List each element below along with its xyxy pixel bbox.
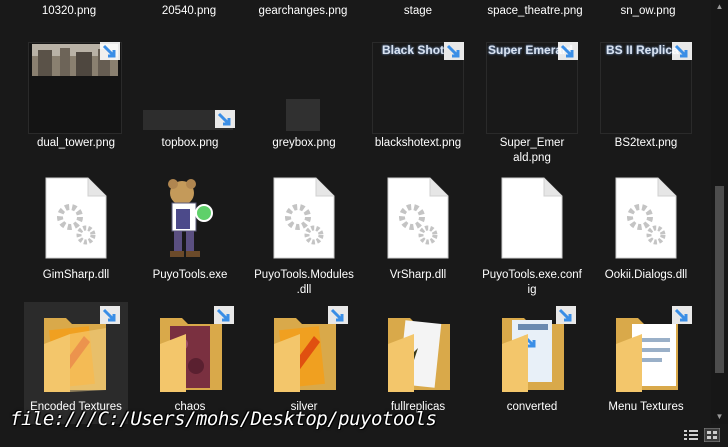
file-label-blackshotext[interactable]: blackshotext.png [366, 136, 470, 151]
file-label-20540[interactable]: 20540.png [137, 4, 241, 19]
vertical-scrollbar[interactable]: ▲ ▼ [711, 0, 728, 424]
shortcut-arrow-icon [672, 42, 692, 60]
file-label-gearchanges[interactable]: gearchanges.png [251, 4, 355, 19]
config-file-icon[interactable] [500, 177, 564, 259]
scrollbar-thumb[interactable] [715, 186, 724, 373]
folder-icon[interactable] [40, 314, 112, 394]
shortcut-arrow-icon [444, 42, 464, 60]
thumbnail-text: BS II Replica [606, 43, 679, 57]
shortcut-arrow-icon [328, 306, 348, 324]
folder-icon[interactable] [270, 314, 342, 394]
large-icons-view-icon[interactable] [704, 428, 720, 442]
folder-label-menu-textures[interactable]: Menu Textures [594, 400, 698, 415]
file-label-gimsharp[interactable]: GimSharp.dll [24, 268, 128, 283]
shortcut-arrow-icon [100, 306, 120, 324]
dll-file-icon[interactable] [272, 177, 336, 259]
file-label-space-theatre[interactable]: space_theatre.png [480, 4, 590, 34]
file-label-super-emerald[interactable]: Super_Emerald.png [480, 136, 584, 166]
folder-label-converted[interactable]: converted [480, 400, 584, 415]
greybox-thumbnail[interactable] [286, 99, 320, 131]
file-label-ookii-dialogs[interactable]: Ookii.Dialogs.dll [594, 268, 698, 283]
thumbnail-text: Black Shot [382, 43, 445, 57]
shortcut-arrow-icon [556, 306, 576, 324]
shortcut-arrow-icon [672, 306, 692, 324]
path-overlay-text: file:///C:/Users/mohs/Desktop/puyotools [10, 408, 437, 430]
file-label-puyotools-modules[interactable]: PuyoTools.Modules.dll [252, 268, 356, 298]
file-label-greybox[interactable]: greybox.png [252, 136, 356, 151]
folder-icon[interactable] [498, 314, 570, 394]
shortcut-arrow-icon [100, 42, 120, 60]
dll-file-icon[interactable] [614, 177, 678, 259]
file-label-10320[interactable]: 10320.png [17, 4, 121, 19]
file-label-vrsharp[interactable]: VrSharp.dll [366, 268, 470, 283]
shortcut-arrow-icon [215, 110, 235, 128]
shortcut-arrow-icon [558, 42, 578, 60]
folder-icon[interactable] [156, 314, 228, 394]
file-label-stage[interactable]: stage [366, 4, 470, 19]
scroll-down-arrow-icon[interactable]: ▼ [711, 410, 728, 424]
folder-icon[interactable] [612, 314, 684, 394]
puyotools-exe-icon[interactable] [156, 177, 220, 261]
file-label-bs2text[interactable]: BS2text.png [594, 136, 698, 151]
shortcut-arrow-icon [214, 306, 234, 324]
file-label-sn-ow[interactable]: sn_ow.png [596, 4, 700, 19]
file-label-puyotools-config[interactable]: PuyoTools.exe.config [480, 268, 584, 298]
file-label-dual-tower[interactable]: dual_tower.png [24, 136, 128, 151]
dll-file-icon[interactable] [386, 177, 450, 259]
file-label-topbox[interactable]: topbox.png [138, 136, 242, 151]
folder-icon[interactable] [384, 314, 456, 394]
dll-file-icon[interactable] [44, 177, 108, 259]
file-label-puyotools-exe[interactable]: PuyoTools.exe [138, 268, 242, 283]
details-view-icon[interactable] [683, 428, 699, 442]
scroll-up-arrow-icon[interactable]: ▲ [711, 0, 728, 14]
